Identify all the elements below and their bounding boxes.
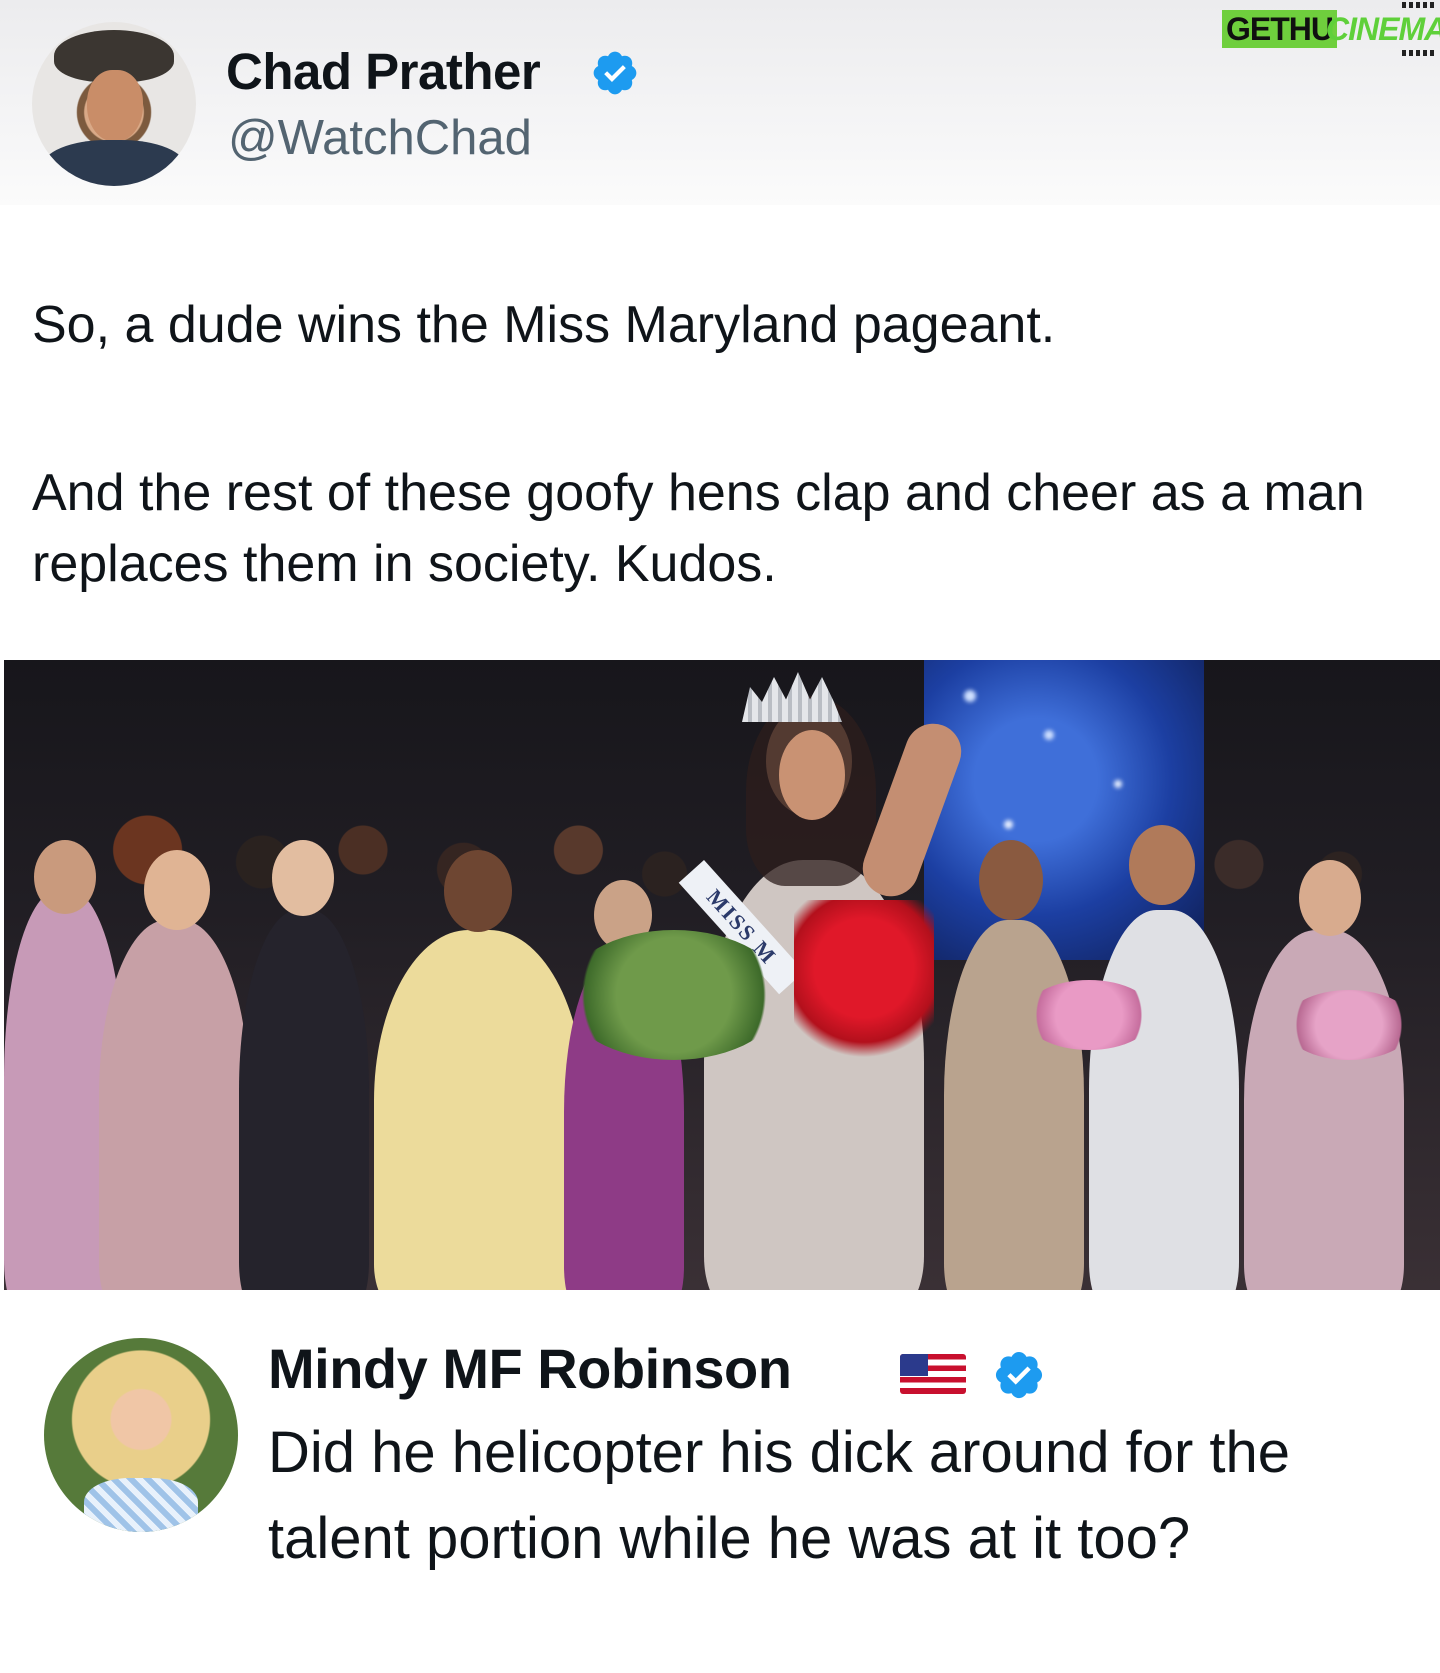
tweet-text-line-2: And the rest of these goofy hens clap an… bbox=[32, 464, 1365, 593]
gethu-cinema-logo: GETHU CINEMA bbox=[1222, 2, 1440, 60]
reply-text: Did he helicopter his dick around for th… bbox=[268, 1420, 1291, 1571]
contestant-head bbox=[1129, 825, 1195, 905]
contestant-head bbox=[144, 850, 210, 930]
author-avatar[interactable] bbox=[32, 22, 196, 186]
verified-badge-icon bbox=[590, 48, 640, 98]
gingham-dress-shape bbox=[84, 1478, 198, 1532]
logo-text-right: CINEMA bbox=[1326, 11, 1440, 47]
contestant-head bbox=[444, 850, 512, 932]
contestant-head bbox=[272, 840, 334, 916]
contestant-figure bbox=[944, 920, 1084, 1290]
reply-author-name[interactable]: Mindy MF Robinson bbox=[268, 1336, 792, 1401]
logo-text-left: GETHU bbox=[1222, 10, 1337, 48]
tweet-text-line-1: So, a dude wins the Miss Maryland pagean… bbox=[32, 296, 1056, 354]
bouquet bbox=[1284, 990, 1414, 1060]
jacket-shape bbox=[42, 140, 186, 186]
author-name[interactable]: Chad Prather bbox=[226, 42, 541, 101]
us-flag-icon bbox=[900, 1354, 966, 1394]
contestant-head bbox=[34, 840, 96, 914]
winner-face bbox=[779, 730, 845, 820]
red-bow bbox=[794, 900, 934, 1070]
audience-crowd bbox=[4, 730, 1440, 970]
contestant-figure bbox=[374, 930, 584, 1290]
contestant-head bbox=[979, 840, 1043, 920]
contestant-figure bbox=[1089, 910, 1239, 1290]
contestant-head bbox=[1299, 860, 1361, 936]
screenshot-page: Chad Prather @WatchChad GETHU CINEMA So,… bbox=[0, 0, 1440, 1673]
author-handle[interactable]: @WatchChad bbox=[228, 110, 532, 166]
crown-icon bbox=[742, 672, 842, 722]
reply-author-avatar[interactable] bbox=[44, 1338, 238, 1532]
verified-badge-icon bbox=[992, 1348, 1046, 1402]
contestant-figure bbox=[1244, 930, 1404, 1290]
flag-canton bbox=[900, 1354, 928, 1376]
stage-light bbox=[964, 690, 976, 702]
contestant-figure bbox=[239, 910, 369, 1290]
tweet-media-photo[interactable]: MISS M bbox=[4, 660, 1440, 1290]
bouquet bbox=[564, 930, 784, 1060]
bouquet bbox=[1024, 980, 1154, 1050]
face-shape bbox=[87, 70, 143, 142]
contestant-figure bbox=[99, 920, 249, 1290]
film-strip-icon bbox=[1402, 50, 1436, 56]
film-strip-icon bbox=[1402, 2, 1436, 8]
